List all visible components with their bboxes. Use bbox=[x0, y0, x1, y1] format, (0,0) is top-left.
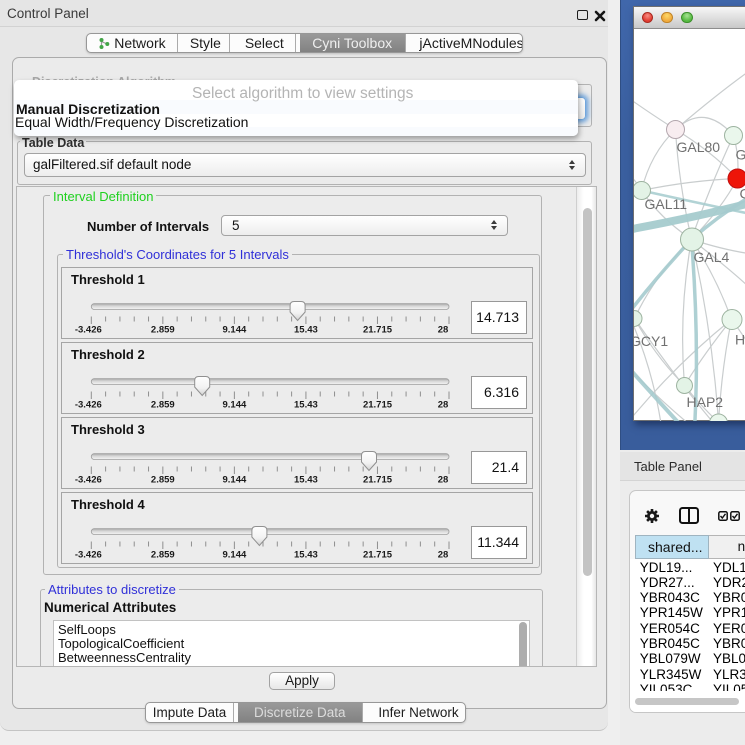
svg-text:9.144: 9.144 bbox=[223, 475, 247, 486]
svg-text:21.715: 21.715 bbox=[363, 475, 393, 486]
svg-text:HIS: HIS bbox=[735, 331, 745, 347]
svg-text:GAL3: GAL3 bbox=[735, 146, 745, 162]
svg-text:GCY1: GCY1 bbox=[634, 333, 668, 349]
svg-text:HAP2: HAP2 bbox=[686, 394, 723, 410]
svg-text:9.144: 9.144 bbox=[223, 325, 247, 336]
svg-text:CD: CD bbox=[739, 185, 745, 201]
svg-text:15.43: 15.43 bbox=[294, 475, 318, 486]
svg-text:-3.426: -3.426 bbox=[75, 400, 102, 411]
svg-text:GAL4: GAL4 bbox=[693, 249, 729, 265]
svg-text:GAL80: GAL80 bbox=[676, 139, 720, 155]
svg-text:9.144: 9.144 bbox=[223, 550, 247, 561]
svg-text:2.859: 2.859 bbox=[151, 475, 175, 486]
svg-text:28: 28 bbox=[438, 400, 449, 411]
svg-text:2.859: 2.859 bbox=[151, 400, 175, 411]
svg-text:28: 28 bbox=[438, 550, 449, 561]
svg-text:15.43: 15.43 bbox=[294, 400, 318, 411]
svg-text:21.715: 21.715 bbox=[363, 550, 393, 561]
svg-text:28: 28 bbox=[438, 475, 449, 486]
svg-text:21.715: 21.715 bbox=[363, 325, 393, 336]
svg-text:15.43: 15.43 bbox=[294, 325, 318, 336]
svg-text:2.859: 2.859 bbox=[151, 325, 175, 336]
svg-text:9.144: 9.144 bbox=[223, 400, 247, 411]
svg-text:-3.426: -3.426 bbox=[75, 325, 102, 336]
svg-text:-3.426: -3.426 bbox=[75, 475, 102, 486]
svg-text:2.859: 2.859 bbox=[151, 550, 175, 561]
svg-text:-3.426: -3.426 bbox=[75, 550, 102, 561]
svg-text:15.43: 15.43 bbox=[294, 550, 318, 561]
svg-text:21.715: 21.715 bbox=[363, 400, 393, 411]
svg-text:28: 28 bbox=[438, 325, 449, 336]
svg-text:GAL11: GAL11 bbox=[644, 196, 687, 212]
